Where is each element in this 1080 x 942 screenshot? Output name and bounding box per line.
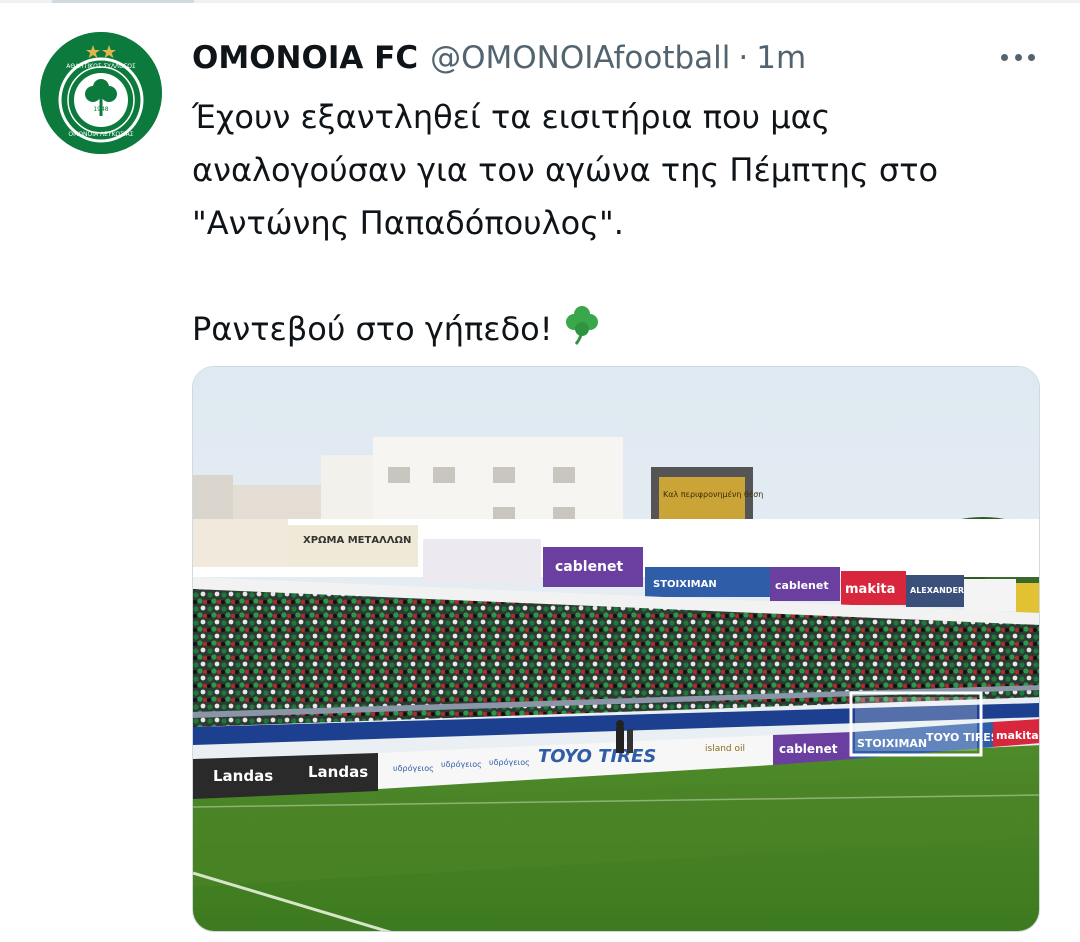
author-name[interactable]: OMONOIA FC [192, 40, 418, 76]
tweet-text-line: Ραντεβού στο γήπεδο! [192, 303, 1032, 356]
more-dot [1001, 53, 1008, 61]
tweet-text: Έχουν εξαντληθεί τα εισιτήρια που μας αν… [192, 91, 1032, 356]
tweet-text-line: Έχουν εξαντληθεί τα εισιτήρια που μας [192, 98, 831, 136]
tweet-photo[interactable]: Καλ περιφρονημένη θέση ΧΡΩΜΑ ΜΕΤΑΛΛΩΝ ca… [192, 366, 1040, 932]
ad-upper: STOIXIMAN [653, 579, 717, 590]
ad-lower: υδρόγειος [393, 763, 434, 773]
ad-lower: υδρόγειος [489, 757, 530, 767]
more-dot [1028, 53, 1035, 61]
logo-text-top: ΑΘΛΗΤΙΚΟΣ ΣΥΛΛΟΓΟΣ [66, 63, 136, 70]
ad-lower: TOYO TIRES [538, 746, 656, 767]
ad-lower: cablenet [779, 742, 838, 756]
ad-upper: ALEXANDER [910, 586, 964, 595]
logo-text-bottom: ΟΜΟΝΟΙΑ ΛΕΥΚΩΣΙΑΣ [68, 131, 133, 138]
shamrock-icon [565, 306, 598, 345]
ad-upper: ΧΡΩΜΑ ΜΕΤΑΛΛΩΝ [303, 535, 411, 546]
ad-lower: makita [996, 729, 1039, 742]
separator-dot: · [738, 40, 749, 76]
ad-lower: Landas [213, 767, 273, 785]
tweet-text-line: "Αντώνης Παπαδόπουλος". [192, 204, 624, 242]
scoreboard-text: Καλ περιφρονημένη θέση [663, 489, 763, 499]
tweet-text-line: αναλογούσαν για τον αγώνα της Πέμπτης στ… [192, 151, 939, 189]
more-options-icon[interactable] [998, 44, 1038, 70]
ad-lower: υδρόγειος [441, 759, 482, 769]
ad-upper: cablenet [555, 559, 624, 575]
stadium-photo: Καλ περιφρονημένη θέση ΧΡΩΜΑ ΜΕΤΑΛΛΩΝ ca… [193, 367, 1039, 931]
tweet[interactable]: ΑΘΛΗΤΙΚΟΣ ΣΥΛΛΟΓΟΣ ΟΜΟΝΟΙΑ ΛΕΥΚΩΣΙΑΣ 194… [0, 0, 1080, 942]
ad-upper: makita [845, 582, 895, 597]
author-handle[interactable]: @OMONOIAfootball [430, 40, 730, 76]
ad-lower: island oil [705, 744, 745, 754]
ad-lower: Landas [308, 763, 368, 781]
ad-upper: cablenet [775, 579, 829, 592]
timestamp[interactable]: 1m [756, 40, 806, 76]
logo-year: 1948 [93, 106, 108, 113]
avatar[interactable]: ΑΘΛΗΤΙΚΟΣ ΣΥΛΛΟΓΟΣ ΟΜΟΝΟΙΑ ΛΕΥΚΩΣΙΑΣ 194… [40, 32, 162, 154]
more-dot [1014, 53, 1022, 61]
tweet-header: OMONOIA FC @OMONOIAfootball · 1m [192, 36, 806, 80]
tweet-text-closing: Ραντεβού στο γήπεδο! [192, 310, 553, 348]
club-logo-image: ΑΘΛΗΤΙΚΟΣ ΣΥΛΛΟΓΟΣ ΟΜΟΝΟΙΑ ΛΕΥΚΩΣΙΑΣ 194… [40, 32, 162, 154]
